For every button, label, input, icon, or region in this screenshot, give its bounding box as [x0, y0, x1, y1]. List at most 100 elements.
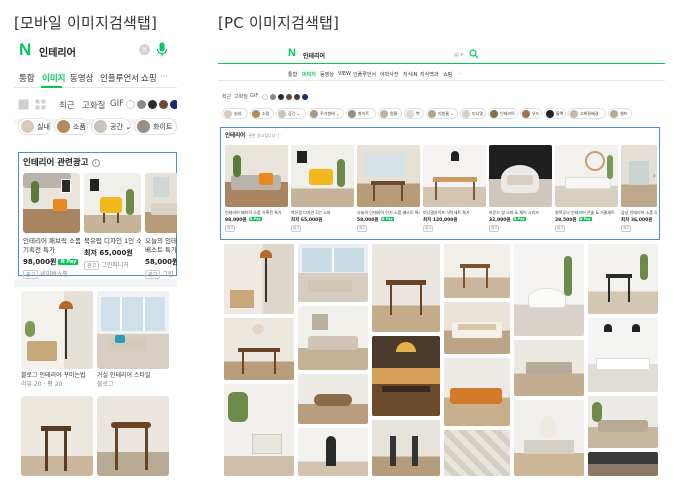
- result-image[interactable]: [97, 396, 169, 476]
- tab-dictionary[interactable]: 어학사전: [380, 71, 398, 78]
- color-swatch-gray[interactable]: [137, 100, 146, 109]
- result-image[interactable]: [372, 420, 440, 476]
- tab-video[interactable]: 동영상: [320, 71, 334, 78]
- color-swatch-navy[interactable]: [302, 94, 308, 100]
- tab-integrated[interactable]: 통합: [19, 72, 35, 84]
- result-image[interactable]: [588, 318, 658, 392]
- chip[interactable]: 리빙룸 ⌄: [426, 108, 458, 119]
- ad-product-image[interactable]: [225, 145, 288, 207]
- result-image[interactable]: [444, 302, 510, 354]
- result-image[interactable]: [444, 358, 510, 426]
- tab-shopping[interactable]: 쇼핑: [141, 72, 157, 84]
- color-swatch-white[interactable]: [126, 100, 135, 109]
- image-caption[interactable]: 블로그 인테리어 꾸미는법: [21, 371, 86, 380]
- naver-logo[interactable]: N: [288, 47, 296, 59]
- result-image[interactable]: [224, 244, 294, 314]
- tab-shopping[interactable]: 쇼핑: [443, 71, 452, 78]
- tab-integrated[interactable]: 통합: [288, 71, 297, 78]
- result-image[interactable]: [21, 291, 93, 369]
- ad-product-image[interactable]: [357, 145, 420, 207]
- ad-card[interactable]: 북유럽 디자인 1인 소파 최저 65,000원 광고: [291, 145, 354, 232]
- chip-indoor[interactable]: 실내: [18, 118, 51, 135]
- result-image[interactable]: [514, 340, 584, 396]
- color-swatch-dark-brown[interactable]: [294, 94, 300, 100]
- chip[interactable]: 원룸: [378, 108, 402, 119]
- next-arrow-icon[interactable]: ›: [653, 172, 656, 180]
- chip[interactable]: 인테리어: [488, 108, 518, 119]
- tab-influencer[interactable]: 인플루언서: [100, 72, 139, 84]
- ad-product-image[interactable]: [23, 173, 80, 233]
- result-image[interactable]: [588, 452, 658, 476]
- result-image[interactable]: [514, 244, 584, 336]
- chip[interactable]: 우드: [520, 108, 542, 119]
- keyboard-icon[interactable]: ▤ ▾: [454, 52, 463, 58]
- chip[interactable]: 실내: [222, 108, 248, 119]
- info-icon[interactable]: i: [91, 159, 100, 167]
- single-view-icon[interactable]: [18, 99, 29, 110]
- result-image[interactable]: [372, 336, 440, 416]
- color-swatch-navy[interactable]: [170, 100, 177, 109]
- search-input[interactable]: 인테리어: [39, 44, 76, 59]
- ad-card[interactable]: 원목무늬 인테리어 콘솔 & 거울세트 28,500원 N Pay 광고: [555, 145, 618, 232]
- ad-card[interactable]: 오늘의 인테리어 인기 소품 베스트 특가 58,000원 N Pay 광고: [357, 145, 420, 232]
- ad-product-image[interactable]: [291, 145, 354, 207]
- result-image[interactable]: [298, 428, 368, 476]
- chip[interactable]: 화이트: [346, 108, 376, 119]
- ad-card[interactable]: 감성 인테리어 소품 모음 최저 36,000원 광고: [621, 145, 657, 232]
- ad-product-image[interactable]: [145, 173, 177, 233]
- ad-card[interactable]: 북유럽 디자인 1인 소파 최저 65,000원 광고그린퍼니처: [84, 173, 141, 270]
- tab-more[interactable]: ···: [458, 71, 463, 77]
- filter-gif[interactable]: GIF: [110, 99, 124, 109]
- result-image[interactable]: [298, 374, 368, 424]
- tab-image[interactable]: 이미지: [42, 72, 65, 84]
- ad-card[interactable]: 오늘의 인테리어 베스트 특가 58,000원 광고그린: [145, 173, 177, 279]
- ad-product-image[interactable]: [84, 173, 141, 233]
- result-image[interactable]: [444, 430, 510, 476]
- microphone-icon[interactable]: [156, 42, 168, 57]
- tab-influencer[interactable]: 인플루언서: [353, 71, 376, 78]
- filter-latest[interactable]: 최근: [59, 99, 75, 111]
- color-swatch-brown[interactable]: [286, 94, 292, 100]
- filter-high-res[interactable]: 고화질: [82, 99, 105, 111]
- result-image[interactable]: [298, 306, 368, 370]
- color-swatch-white[interactable]: [262, 94, 268, 100]
- tab-encyclopedia[interactable]: 지식백과: [420, 71, 438, 78]
- ad-card[interactable]: 라운드 암 소파 & 체어 시리즈 32,000원 N Pay 광고: [489, 145, 552, 232]
- tab-view[interactable]: VIEW: [338, 71, 351, 77]
- filter-gif[interactable]: GIF: [250, 93, 258, 99]
- result-image[interactable]: [224, 384, 294, 476]
- tab-more[interactable]: ···: [160, 72, 168, 82]
- ad-product-image[interactable]: [489, 145, 552, 207]
- search-icon[interactable]: [469, 49, 479, 59]
- color-swatch-black[interactable]: [278, 94, 284, 100]
- color-swatch-brown[interactable]: [159, 100, 168, 109]
- chip[interactable]: 소품: [250, 108, 274, 119]
- result-image[interactable]: [97, 291, 169, 369]
- search-input[interactable]: 인테리어: [303, 51, 325, 60]
- ad-product-image[interactable]: [621, 145, 657, 207]
- ad-card[interactable]: 인테리어 패브릭 소품 기획전 특가 98,000원 N Pay 광고 네이버쇼핑: [23, 173, 80, 279]
- tab-video[interactable]: 동영상: [70, 72, 93, 84]
- result-image[interactable]: [224, 318, 294, 380]
- result-image[interactable]: [588, 244, 658, 314]
- result-image[interactable]: [298, 244, 368, 302]
- ad-product-image[interactable]: [555, 145, 618, 207]
- clear-icon[interactable]: ×: [139, 44, 150, 55]
- ad-card[interactable]: 미니멀라이프 식탁세트 특가 최저 120,000원 광고: [423, 145, 486, 232]
- result-image[interactable]: [21, 396, 93, 476]
- chip-props[interactable]: 소품: [54, 118, 88, 135]
- ad-card[interactable]: 인테리어 패브릭 소품 기획전 특가 98,000원 N Pay 광고: [225, 145, 288, 232]
- result-image[interactable]: [444, 244, 510, 298]
- tab-image[interactable]: 이미지: [302, 71, 316, 78]
- ad-product-image[interactable]: [423, 145, 486, 207]
- naver-logo[interactable]: N: [19, 40, 31, 60]
- result-image[interactable]: [514, 400, 584, 476]
- chip-white[interactable]: 화이트: [134, 118, 177, 135]
- color-swatch-black[interactable]: [148, 100, 157, 109]
- image-caption[interactable]: 거실 인테리어 스타일: [97, 371, 151, 380]
- chip[interactable]: 미니멀: [460, 108, 486, 119]
- chip-space[interactable]: 공간 ⌄: [91, 118, 131, 135]
- chip[interactable]: 벽: [404, 108, 424, 119]
- filter-latest[interactable]: 최근: [222, 93, 231, 100]
- result-image[interactable]: [372, 244, 440, 332]
